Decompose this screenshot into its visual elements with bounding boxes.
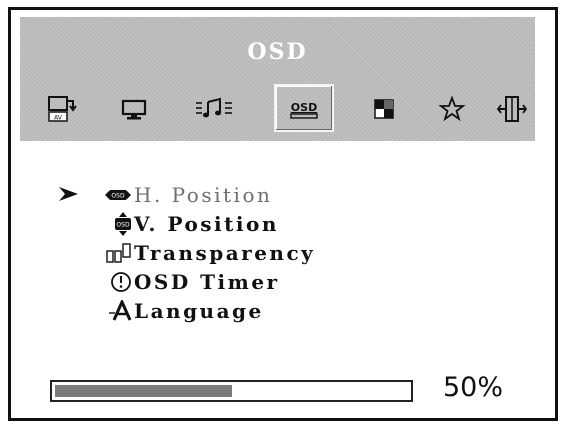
adjustment-value: 50%: [443, 372, 504, 403]
osd-icon-label: OSD: [291, 101, 317, 114]
transparency-icon: [104, 242, 132, 264]
display-icon[interactable]: [112, 87, 156, 131]
menu-item-transparency[interactable]: Transparency: [58, 238, 418, 267]
timer-icon: [104, 271, 132, 293]
v-position-icon: OSD: [104, 211, 132, 236]
input-source-icon[interactable]: AV: [40, 87, 84, 131]
menu-title: OSD: [247, 39, 308, 65]
h-position-icon: OSD: [104, 184, 132, 206]
menu-item-label: H. Position: [134, 182, 273, 207]
adjustment-progress-bar[interactable]: [50, 380, 413, 402]
favorite-icon[interactable]: [430, 87, 474, 131]
progress-fill: [55, 385, 232, 397]
selection-arrow-icon: [59, 187, 78, 201]
menu-item-label: V. Position: [134, 211, 279, 236]
menu-item-label: OSD Timer: [134, 269, 280, 294]
exit-icon[interactable]: [490, 87, 534, 131]
color-icon[interactable]: [362, 87, 406, 131]
audio-icon[interactable]: [192, 87, 236, 131]
osd-header: OSD AV OSD: [20, 17, 535, 141]
menu-item-v-position[interactable]: OSD V. Position: [58, 209, 418, 238]
menu-item-label: Transparency: [134, 240, 316, 265]
osd-icon[interactable]: OSD: [274, 84, 334, 132]
svg-text:OSD: OSD: [111, 192, 125, 199]
menu-item-language[interactable]: Language: [58, 296, 418, 325]
svg-text:OSD: OSD: [116, 221, 130, 228]
menu-item-label: Language: [134, 298, 264, 323]
osd-submenu: OSD H. Position OSD V. Position Transpar…: [58, 180, 418, 325]
language-icon: [104, 299, 132, 322]
menu-item-h-position[interactable]: OSD H. Position: [58, 180, 418, 209]
category-icon-row: AV OSD: [20, 84, 535, 132]
menu-item-osd-timer[interactable]: OSD Timer: [58, 267, 418, 296]
svg-text:AV: AV: [54, 115, 63, 122]
